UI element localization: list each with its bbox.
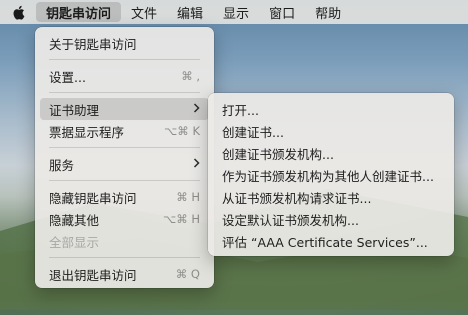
shortcut-label: ⌥⌘ K [164,124,200,138]
submenu-item-request-certificate[interactable]: 从证书颁发机构请求证书... [213,186,449,208]
menu-item-label: 评估 “AAA Certificate Services”... [222,234,428,250]
menu-item-about[interactable]: 关于钥匙串访问 [40,32,209,54]
submenu-item-create-ca[interactable]: 创建证书颁发机构... [213,142,449,164]
menu-item-label: 从证书颁发机构请求证书... [222,190,372,206]
menu-item-label: 设置... [49,69,86,85]
menu-item-show-all: 全部显示 [40,230,209,252]
menubar-view[interactable]: 显示 [213,2,259,22]
submenu-item-set-default-ca[interactable]: 设定默认证书颁发机构... [213,208,449,230]
shortcut-label: ⌘ H [176,190,200,204]
menu-item-label: 票据显示程序 [49,124,125,140]
menu-item-label: 证书助理 [49,102,100,118]
submenu-item-create-cert-for-others[interactable]: 作为证书颁发机构为其他人创建证书... [213,164,449,186]
menu-separator [49,92,200,93]
shortcut-label: ⌘ , [181,69,200,83]
app-menu-dropdown: 关于钥匙串访问 设置... ⌘ , 证书助理 票据显示程序 ⌥⌘ K 服务 隐藏… [35,27,214,288]
apple-menu[interactable] [0,5,36,20]
menu-item-hide[interactable]: 隐藏钥匙串访问 ⌘ H [40,186,209,208]
chevron-right-icon [193,157,200,171]
menu-separator [49,147,200,148]
menu-item-label: 打开... [222,102,259,118]
submenu-item-create-certificate[interactable]: 创建证书... [213,120,449,142]
menu-item-hide-others[interactable]: 隐藏其他 ⌥⌘ H [40,208,209,230]
menu-separator [49,180,200,181]
chevron-right-icon [193,102,200,116]
menubar-help[interactable]: 帮助 [305,2,351,22]
menu-item-label: 退出钥匙串访问 [49,267,137,283]
menu-item-label: 设定默认证书颁发机构... [222,212,359,228]
submenu-item-evaluate[interactable]: 评估 “AAA Certificate Services”... [213,230,449,252]
menu-item-settings[interactable]: 设置... ⌘ , [40,65,209,87]
menu-bar: 钥匙串访问 文件 编辑 显示 窗口 帮助 [0,0,468,24]
menu-item-label: 隐藏其他 [49,212,100,228]
apple-icon [13,5,24,20]
menubar-app-keychain[interactable]: 钥匙串访问 [36,2,122,22]
certificate-assistant-submenu: 打开... 创建证书... 创建证书颁发机构... 作为证书颁发机构为其他人创建… [208,93,454,256]
menubar-window[interactable]: 窗口 [259,2,305,22]
menu-separator [49,257,200,258]
menu-item-label: 创建证书颁发机构... [222,146,334,162]
shortcut-label: ⌘ Q [175,267,200,281]
menu-item-label: 全部显示 [49,234,100,250]
menu-item-certificate-assistant[interactable]: 证书助理 [40,98,209,120]
menu-item-label: 作为证书颁发机构为其他人创建证书... [222,168,434,184]
shortcut-label: ⌥⌘ H [162,212,200,226]
menu-item-label: 服务 [49,157,75,173]
menu-item-services[interactable]: 服务 [40,153,209,175]
menu-item-label: 隐藏钥匙串访问 [49,190,137,206]
menu-item-label: 创建证书... [222,124,284,140]
menu-item-label: 关于钥匙串访问 [49,36,137,52]
menu-separator [49,59,200,60]
submenu-item-open[interactable]: 打开... [213,98,449,120]
menu-item-ticket-viewer[interactable]: 票据显示程序 ⌥⌘ K [40,120,209,142]
menubar-edit[interactable]: 编辑 [167,2,213,22]
menu-item-quit[interactable]: 退出钥匙串访问 ⌘ Q [40,263,209,285]
menubar-file[interactable]: 文件 [121,2,167,22]
